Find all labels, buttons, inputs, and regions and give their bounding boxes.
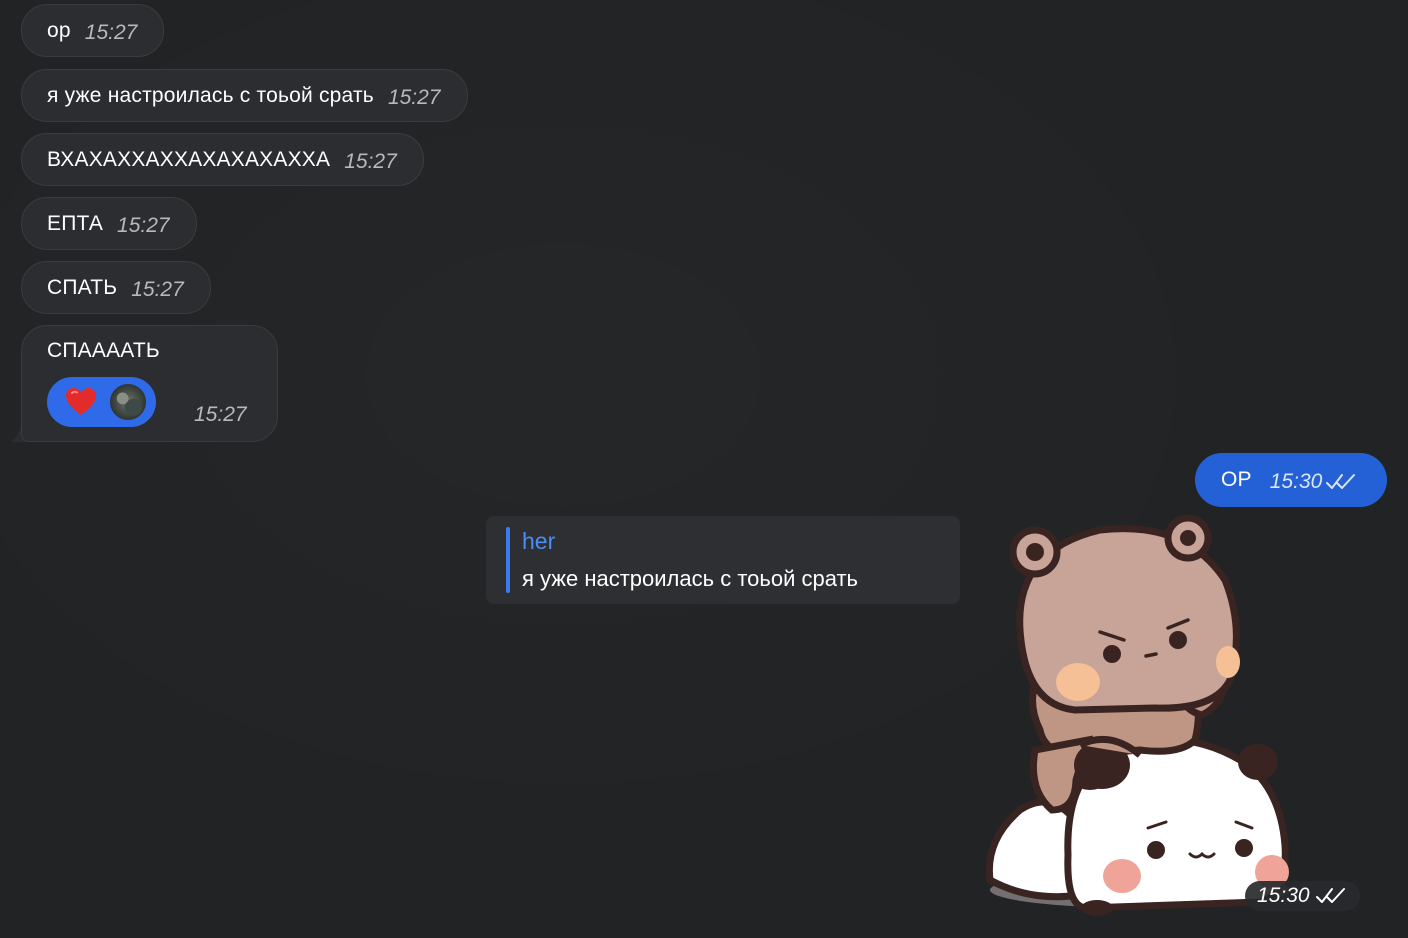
reaction-button[interactable] — [47, 377, 156, 427]
outgoing-message[interactable]: ОР 15:30 — [1195, 453, 1387, 507]
message-text: ЕПТА — [47, 211, 104, 235]
message-time: 15:30 — [1269, 470, 1323, 493]
incoming-message[interactable]: СПАТЬ 15:27 — [21, 261, 211, 314]
chat-area: ор 15:27 я уже настроилась с тоьой срать… — [0, 0, 1408, 938]
incoming-message[interactable]: ЕПТА 15:27 — [21, 197, 197, 250]
bear-and-panda-sticker[interactable] — [980, 510, 1300, 920]
message-text: СПААААТЬ — [47, 339, 160, 362]
reply-author: her — [522, 528, 556, 554]
message-time: 15:27 — [387, 85, 441, 109]
message-time: 15:27 — [84, 20, 138, 44]
reply-text: я уже настроилась с тоьой срать — [522, 566, 859, 591]
message-text: я уже настроилась с тоьой срать — [47, 83, 374, 107]
reply-accent-bar — [506, 527, 510, 593]
incoming-message[interactable]: СПААААТЬ 15:27 — [21, 325, 278, 442]
message-text: ор — [47, 18, 71, 42]
avatar[interactable] — [108, 382, 148, 422]
incoming-message[interactable]: я уже настроилась с тоьой срать 15:27 — [21, 69, 468, 122]
message-text: ВХАХАХХАХХАХАХАХАХХА — [47, 147, 331, 171]
sticker-time-badge: 15:30 — [1245, 881, 1360, 911]
message-time: 15:27 — [344, 149, 397, 173]
incoming-message[interactable]: ВХАХАХХАХХАХАХАХАХХА 15:27 — [21, 133, 424, 186]
message-time: 15:27 — [194, 403, 247, 426]
message-time: 15:30 — [1257, 884, 1310, 907]
reply-preview[interactable]: her я уже настроилась с тоьой срать — [486, 516, 960, 604]
message-text: ОР — [1221, 468, 1252, 491]
message-text: СПАТЬ — [47, 275, 118, 299]
incoming-message[interactable]: ор 15:27 — [21, 4, 165, 57]
double-check-icon — [1326, 474, 1356, 489]
heart-icon — [66, 388, 96, 415]
message-time: 15:27 — [131, 277, 184, 301]
message-time: 15:27 — [117, 213, 170, 237]
double-check-icon — [1315, 888, 1345, 903]
